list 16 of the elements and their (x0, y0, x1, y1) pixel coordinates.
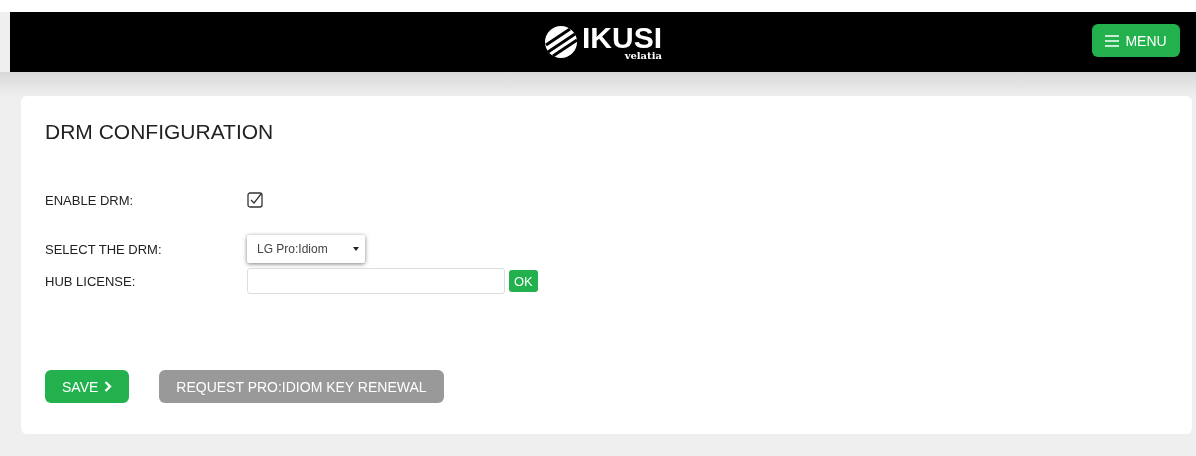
field-label: ENABLE DRM: (45, 192, 135, 208)
checkbox[interactable] (247, 192, 263, 208)
page-title: DRM CONFIGURATION (45, 119, 275, 145)
ok-button[interactable]: OK (509, 270, 538, 292)
menu-button[interactable]: MENU (1092, 24, 1180, 57)
drm-dropdown[interactable]: LG Pro:Idiom (247, 235, 365, 263)
logo-name: IKUSI (582, 23, 662, 53)
menu-icon (1105, 34, 1120, 47)
logo-icon (544, 25, 578, 59)
field-label: HUB LICENSE: (45, 273, 137, 289)
logo-tagline: velatia (624, 51, 662, 61)
save-button[interactable]: SAVE (45, 370, 130, 403)
license-field[interactable] (247, 268, 505, 294)
chevron-icon (104, 381, 113, 392)
caret-icon (353, 247, 359, 251)
field-label: SELECT THE DRM: (45, 241, 163, 257)
